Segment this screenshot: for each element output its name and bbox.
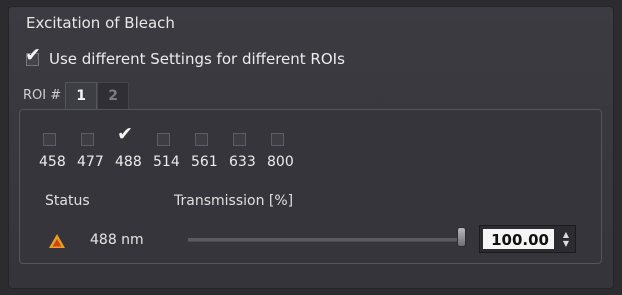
laser-line-458: 458 xyxy=(39,133,77,170)
laser-561-label: 561 xyxy=(191,154,218,170)
laser-line-488: ✔ 488 xyxy=(115,125,153,171)
use-different-settings-row[interactable]: ✔ Use different Settings for different R… xyxy=(25,45,345,68)
warning-icon xyxy=(49,234,65,248)
laser-line-list: 458 477 ✔ 488 514 561 633 800 xyxy=(39,125,305,171)
tab-roi-1[interactable]: 1 xyxy=(65,82,98,110)
roi-tab-bar: ROI # 1 2 xyxy=(19,82,130,110)
checkmark-icon: ✔ xyxy=(117,123,133,145)
laser-line-514: 514 xyxy=(153,133,191,170)
spin-arrows[interactable]: ▲ ▼ xyxy=(557,226,575,252)
laser-line-477: 477 xyxy=(77,133,115,170)
status-header: Status xyxy=(45,193,90,209)
spin-down-icon[interactable]: ▼ xyxy=(563,239,569,248)
laser-488-checkbox[interactable]: ✔ xyxy=(117,125,133,146)
laser-477-label: 477 xyxy=(77,154,104,170)
laser-561-checkbox[interactable] xyxy=(195,133,208,146)
laser-514-checkbox[interactable] xyxy=(157,133,170,146)
use-different-settings-label: Use different Settings for different ROI… xyxy=(49,50,345,68)
laser-458-checkbox[interactable] xyxy=(43,133,56,146)
transmission-value[interactable]: 100.00 xyxy=(483,229,554,249)
roi-tab-prefix: ROI # xyxy=(23,88,62,103)
transmission-slider-fill xyxy=(188,238,466,241)
laser-633-label: 633 xyxy=(229,154,256,170)
transmission-slider-handle[interactable] xyxy=(457,227,466,247)
transmission-spinbox[interactable]: 100.00 ▲ ▼ xyxy=(479,225,576,253)
transmission-slider[interactable] xyxy=(188,238,466,242)
laser-line-800: 800 xyxy=(267,133,305,170)
panel-title: Excitation of Bleach xyxy=(26,14,175,32)
laser-800-checkbox[interactable] xyxy=(271,133,284,146)
laser-633-checkbox[interactable] xyxy=(233,133,246,146)
spin-up-icon[interactable]: ▲ xyxy=(563,230,569,239)
laser-458-label: 458 xyxy=(39,154,66,170)
laser-800-label: 800 xyxy=(267,154,294,170)
wavelength-label: 488 nm xyxy=(90,232,144,248)
laser-514-label: 514 xyxy=(153,154,180,170)
laser-477-checkbox[interactable] xyxy=(81,133,94,146)
use-different-settings-checkbox[interactable]: ✔ xyxy=(25,45,41,66)
checkmark-icon: ✔ xyxy=(25,43,41,66)
transmission-header: Transmission [%] xyxy=(174,193,294,209)
tab-roi-2[interactable]: 2 xyxy=(97,82,130,110)
laser-line-633: 633 xyxy=(229,133,267,170)
laser-line-561: 561 xyxy=(191,133,229,170)
laser-488-label: 488 xyxy=(115,154,142,170)
